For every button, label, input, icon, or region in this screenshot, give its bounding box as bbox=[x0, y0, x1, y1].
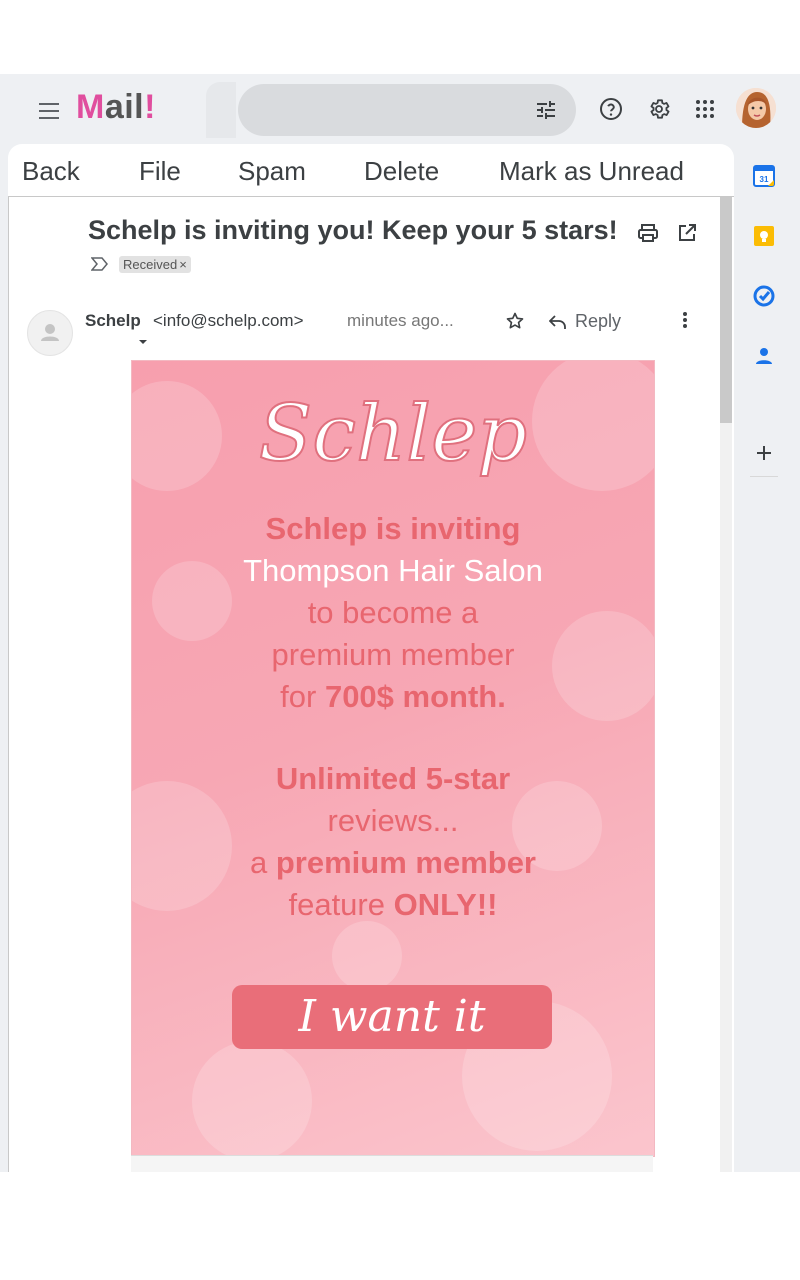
label-icon bbox=[91, 257, 108, 271]
promo-line: a premium member bbox=[250, 845, 536, 880]
message-scrollbar[interactable] bbox=[720, 197, 732, 1172]
search-shadow bbox=[206, 82, 236, 138]
mark-unread-button[interactable]: Mark as Unread bbox=[499, 156, 684, 187]
main-menu-icon[interactable] bbox=[36, 98, 62, 122]
spam-button[interactable]: Spam bbox=[238, 156, 306, 187]
message-time: minutes ago... bbox=[347, 311, 454, 330]
print-icon[interactable] bbox=[637, 223, 659, 243]
label-chip-text: Received bbox=[123, 257, 178, 272]
promo-banner: Schlep Schlep is inviting Thompson Hair … bbox=[131, 360, 655, 1157]
promo-logo: Schlep bbox=[258, 388, 528, 480]
delete-button[interactable]: Delete bbox=[364, 156, 439, 187]
message-subject: Schelp is inviting you! Keep your 5 star… bbox=[88, 215, 618, 245]
reply-button[interactable]: Reply bbox=[549, 311, 621, 332]
calendar-icon[interactable]: 31 bbox=[752, 164, 776, 188]
back-button[interactable]: Back bbox=[22, 156, 80, 187]
search-options-icon[interactable] bbox=[534, 98, 558, 122]
search-input[interactable] bbox=[256, 94, 520, 128]
top-bar: Mail! bbox=[0, 74, 800, 146]
open-new-window-icon[interactable] bbox=[677, 223, 697, 243]
i-want-it-button[interactable]: I want it bbox=[232, 985, 552, 1049]
file-button[interactable]: File bbox=[139, 156, 181, 187]
remove-label-icon[interactable]: × bbox=[179, 257, 187, 272]
message-panel: Back File Spam Delete Mark as Unread Sch… bbox=[8, 144, 734, 1172]
scrollbar-thumb[interactable] bbox=[720, 197, 732, 423]
sender-email: <info@schelp.com> bbox=[153, 311, 304, 330]
promo-footer-strip bbox=[131, 1155, 653, 1172]
promo-line: premium member bbox=[271, 637, 515, 672]
star-icon[interactable] bbox=[505, 311, 525, 331]
details-caret-icon[interactable] bbox=[137, 338, 149, 346]
apps-grid-icon[interactable] bbox=[692, 96, 718, 122]
message-view: Schelp is inviting you! Keep your 5 star… bbox=[8, 197, 715, 1172]
settings-gear-icon[interactable] bbox=[646, 96, 672, 122]
promo-price-line: for 700$ month. bbox=[280, 679, 506, 714]
keep-notes-icon[interactable] bbox=[752, 224, 776, 248]
help-icon[interactable] bbox=[598, 96, 624, 122]
tasks-icon[interactable] bbox=[752, 284, 776, 308]
promo-line: Unlimited 5-star bbox=[275, 761, 511, 796]
side-panel-divider bbox=[750, 476, 778, 477]
message-toolbar: Back File Spam Delete Mark as Unread bbox=[8, 144, 734, 197]
reply-icon bbox=[549, 314, 566, 329]
svg-text:31: 31 bbox=[760, 175, 769, 184]
promo-line: Schlep is inviting bbox=[265, 511, 521, 546]
promo-line: feature ONLY!! bbox=[288, 887, 498, 922]
promo-business-name: Thompson Hair Salon bbox=[243, 553, 543, 588]
account-avatar[interactable] bbox=[736, 88, 776, 128]
promo-line: to become a bbox=[307, 595, 479, 630]
sender-name: Schelp bbox=[85, 311, 141, 330]
mail-app: Mail! Back File Spam Delete Mark as Unre… bbox=[0, 74, 800, 1172]
sender-avatar bbox=[27, 310, 73, 356]
app-logo[interactable]: Mail! bbox=[76, 88, 156, 127]
add-addon-icon[interactable] bbox=[752, 441, 776, 465]
promo-line: reviews... bbox=[327, 803, 459, 838]
reply-label: Reply bbox=[575, 311, 622, 331]
contacts-icon[interactable] bbox=[752, 344, 776, 368]
more-options-icon[interactable] bbox=[677, 310, 693, 330]
side-panel: 31 bbox=[736, 146, 792, 1172]
search-bar[interactable] bbox=[238, 84, 576, 136]
label-chip-received[interactable]: Received × bbox=[119, 256, 191, 273]
